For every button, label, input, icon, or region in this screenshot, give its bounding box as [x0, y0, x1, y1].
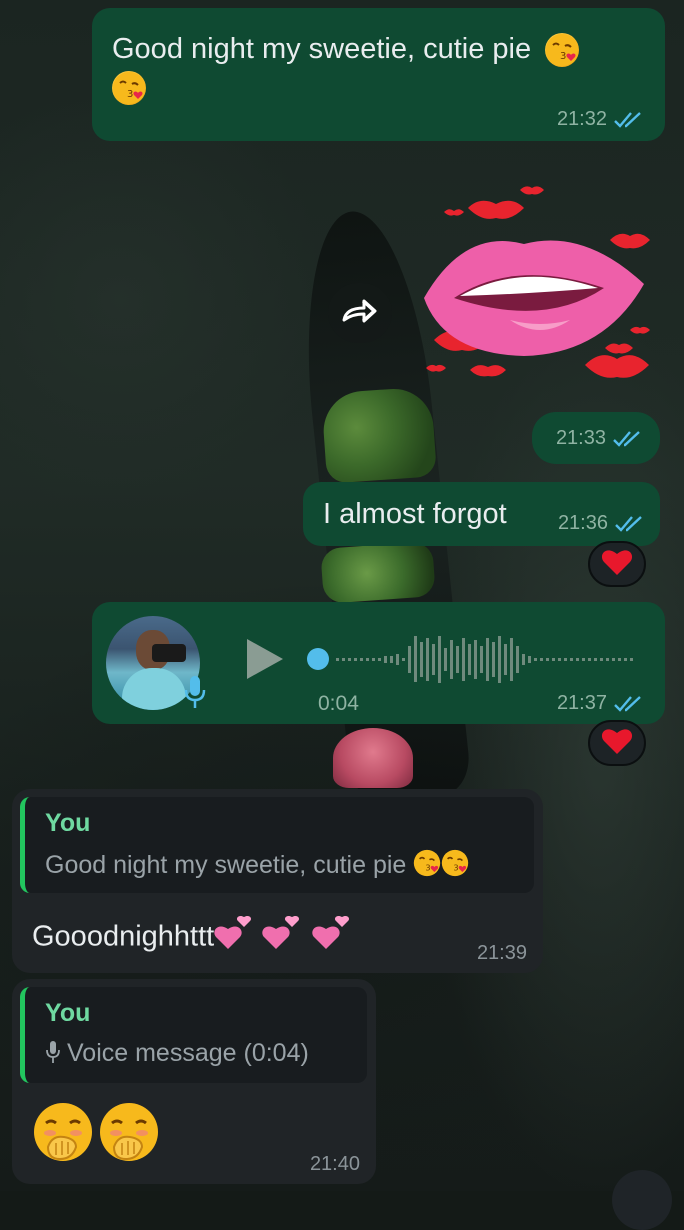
wallpaper-greens-2 — [320, 541, 436, 604]
wallpaper-person — [333, 728, 413, 788]
message-bubble-incoming[interactable]: You Voice message (0:04) 21:40 — [12, 979, 376, 1184]
kiss-emoji: 3 — [545, 33, 580, 68]
voice-waveform[interactable] — [306, 632, 636, 688]
svg-text:3: 3 — [426, 862, 431, 872]
hand-over-mouth-emoji — [32, 1101, 94, 1168]
double-check-icon — [613, 694, 645, 714]
two-hearts-emoji — [214, 913, 354, 963]
kiss-emoji: 3 — [112, 71, 146, 106]
mic-icon — [45, 1040, 61, 1071]
forward-button[interactable] — [328, 283, 392, 343]
double-check-icon — [614, 514, 646, 534]
double-check-icon — [612, 429, 644, 449]
message-bubble-outgoing[interactable]: Good night my sweetie, cutie pie 3 3 21:… — [92, 8, 665, 141]
scroll-down-button[interactable] — [612, 1170, 672, 1230]
svg-text:3: 3 — [454, 862, 459, 872]
forward-icon — [341, 296, 379, 331]
message-text: I almost forgot — [323, 498, 507, 530]
heart-reaction-icon — [601, 727, 633, 760]
message-time: 21:32 — [556, 108, 607, 130]
message-time: 21:37 — [556, 692, 607, 714]
wallpaper-greens — [320, 386, 438, 484]
voice-message-bubble[interactable]: 0:04 21:37 — [92, 602, 665, 724]
sticker-time-pill: 21:33 — [532, 412, 660, 464]
hand-over-mouth-emoji — [98, 1101, 160, 1168]
message-time: 21:36 — [557, 512, 608, 534]
heart-reaction[interactable] — [588, 541, 646, 587]
quoted-message[interactable]: You Good night my sweetie, cutie pie 3 3 — [20, 797, 534, 893]
kiss-emoji: 3 — [413, 849, 441, 884]
message-time: 21:33 — [555, 427, 606, 449]
lips-sticker[interactable] — [420, 180, 660, 395]
kiss-emoji: 3 — [441, 849, 469, 884]
svg-text:3: 3 — [560, 51, 566, 62]
message-bubble-outgoing[interactable]: I almost forgot 21:36 — [303, 482, 660, 546]
voice-duration: 0:04 — [318, 692, 359, 715]
play-button[interactable] — [244, 636, 286, 687]
quoted-message[interactable]: You Voice message (0:04) — [20, 987, 367, 1083]
message-text: Gooodnighhttt — [32, 920, 215, 953]
heart-reaction[interactable] — [588, 720, 646, 766]
message-time: 21:40 — [309, 1153, 360, 1175]
quote-author: You — [45, 809, 91, 837]
double-check-icon — [613, 110, 645, 130]
quote-text: Voice message (0:04) — [67, 1039, 309, 1067]
message-text: Good night my sweetie, cutie pie — [112, 33, 532, 65]
heart-reaction-icon — [601, 548, 633, 581]
svg-text:3: 3 — [127, 89, 133, 100]
message-bubble-incoming[interactable]: You Good night my sweetie, cutie pie 3 3… — [12, 789, 543, 973]
quote-author: You — [45, 999, 91, 1027]
message-time: 21:39 — [476, 942, 527, 964]
mic-icon — [184, 674, 206, 715]
quote-text: Good night my sweetie, cutie pie — [45, 851, 407, 880]
